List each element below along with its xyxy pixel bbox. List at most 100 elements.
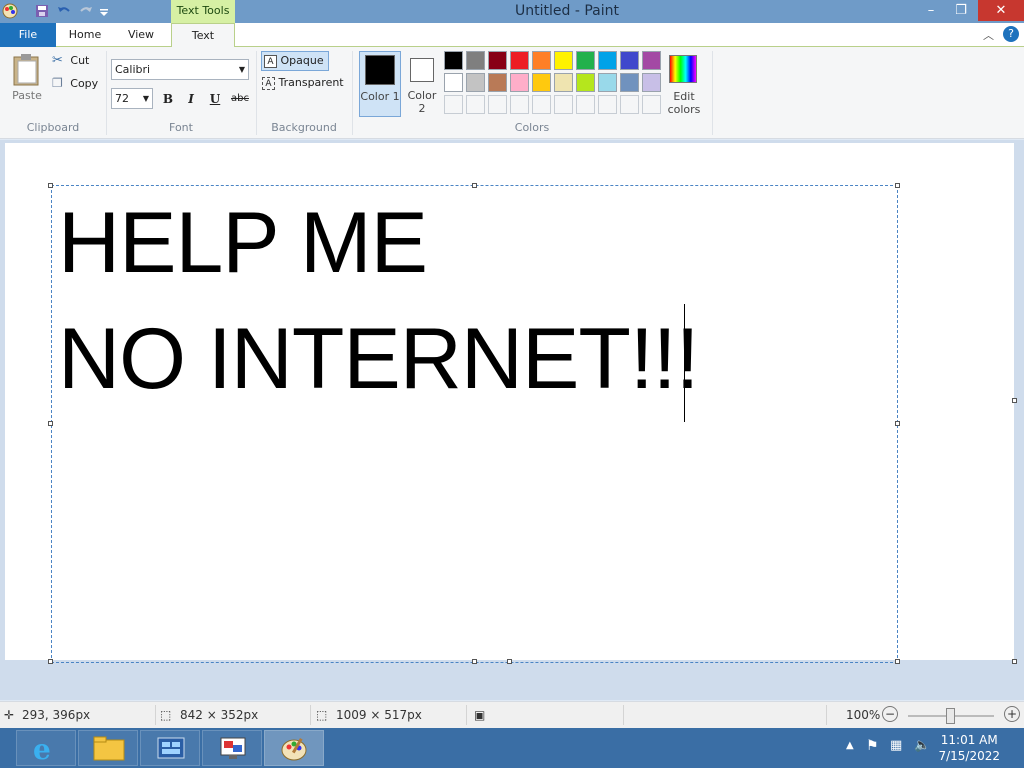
disk-icon: ▣: [474, 708, 486, 722]
palette-custom-slot[interactable]: [554, 95, 573, 114]
transparent-button[interactable]: A Transparent: [262, 76, 344, 90]
paste-button[interactable]: Paste: [8, 53, 46, 105]
status-separator: [623, 705, 624, 725]
title-bar: Text Tools Untitled - Paint – ❐ ✕: [0, 0, 1024, 23]
palette-custom-slot[interactable]: [488, 95, 507, 114]
canvas-resize-handle[interactable]: [1012, 398, 1017, 403]
minimize-button[interactable]: –: [918, 0, 944, 21]
resize-handle[interactable]: [48, 421, 53, 426]
bold-button[interactable]: B: [158, 89, 178, 109]
taskbar-internet-explorer[interactable]: e: [16, 730, 76, 766]
opaque-button[interactable]: A Opaque: [261, 51, 329, 71]
font-family-select[interactable]: Calibri ▼: [111, 59, 249, 80]
canvas-workspace: HELP ME NO INTERNET!!!: [0, 140, 1024, 700]
palette-swatch[interactable]: [576, 51, 595, 70]
chevron-down-icon: ▼: [238, 65, 245, 74]
palette-swatch[interactable]: [488, 73, 507, 92]
volume-muted-icon[interactable]: 🔈: [914, 738, 930, 753]
palette-swatch[interactable]: [488, 51, 507, 70]
palette-custom-slot[interactable]: [576, 95, 595, 114]
clock-time: 11:01 AM: [940, 733, 998, 747]
palette-swatch[interactable]: [642, 73, 661, 92]
maximize-button[interactable]: ❐: [948, 0, 974, 21]
palette-swatch[interactable]: [620, 73, 639, 92]
remote-desktop-icon: [220, 737, 246, 759]
close-button[interactable]: ✕: [978, 0, 1024, 21]
server-manager-icon: [157, 737, 185, 759]
show-hidden-icons-icon[interactable]: ▲: [846, 740, 854, 751]
taskbar: e ▲ ⚑ ▦ 🔈 11:01 AM 7/15/2022: [0, 728, 1024, 768]
palette-swatch[interactable]: [554, 51, 573, 70]
palette-swatch[interactable]: [444, 73, 463, 92]
window-title: Untitled - Paint: [515, 3, 619, 19]
resize-handle[interactable]: [472, 183, 477, 188]
canvas-text-line-1: HELP ME: [58, 195, 428, 291]
color2-label: Color 2: [407, 89, 437, 115]
palette-swatch[interactable]: [642, 51, 661, 70]
taskbar-file-explorer[interactable]: [78, 730, 138, 766]
strikethrough-button[interactable]: abc: [227, 89, 253, 109]
palette-swatch[interactable]: [620, 51, 639, 70]
background-group-label: Background: [271, 121, 337, 134]
palette-swatch[interactable]: [532, 51, 551, 70]
help-icon[interactable]: ?: [1003, 26, 1019, 42]
resize-handle[interactable]: [895, 421, 900, 426]
zoom-slider-thumb[interactable]: [946, 708, 955, 724]
italic-button[interactable]: I: [181, 89, 201, 109]
palette-custom-slot[interactable]: [620, 95, 639, 114]
cursor-position-icon: ✛: [4, 708, 15, 722]
palette-swatch[interactable]: [510, 51, 529, 70]
palette-custom-slot[interactable]: [598, 95, 617, 114]
resize-handle[interactable]: [472, 659, 477, 664]
zoom-in-button[interactable]: +: [1004, 706, 1020, 722]
taskbar-paint[interactable]: [264, 730, 324, 766]
cut-button[interactable]: ✂ Cut: [52, 53, 89, 68]
color1-button[interactable]: Color 1: [359, 51, 401, 117]
palette-custom-slot[interactable]: [532, 95, 551, 114]
palette-swatch[interactable]: [598, 73, 617, 92]
drawing-canvas[interactable]: HELP ME NO INTERNET!!!: [5, 143, 1014, 664]
tab-text[interactable]: Text: [171, 23, 235, 48]
resize-handle[interactable]: [48, 183, 53, 188]
selection-size: 842 × 352px: [180, 708, 259, 722]
edit-colors-label: Edit colors: [667, 90, 701, 116]
edit-colors-button[interactable]: Edit colors: [667, 53, 701, 117]
palette-swatch[interactable]: [576, 73, 595, 92]
canvas-resize-handle[interactable]: [507, 659, 512, 664]
palette-custom-slot[interactable]: [642, 95, 661, 114]
palette-swatch[interactable]: [532, 73, 551, 92]
status-separator: [155, 705, 156, 725]
color1-swatch: [365, 55, 395, 85]
canvas-resize-handle[interactable]: [1012, 659, 1017, 664]
underline-button[interactable]: U: [205, 89, 225, 109]
palette-swatch[interactable]: [444, 51, 463, 70]
resize-handle[interactable]: [895, 183, 900, 188]
palette-swatch[interactable]: [554, 73, 573, 92]
palette-custom-slot[interactable]: [466, 95, 485, 114]
palette-swatch[interactable]: [466, 73, 485, 92]
copy-button[interactable]: ❐ Copy: [52, 76, 98, 90]
palette-custom-slot[interactable]: [444, 95, 463, 114]
resize-handle[interactable]: [895, 659, 900, 664]
minimize-ribbon-icon[interactable]: ︿: [983, 27, 994, 43]
palette-custom-slot[interactable]: [510, 95, 529, 114]
zoom-out-button[interactable]: −: [882, 706, 898, 722]
paint-icon: [281, 738, 307, 761]
color2-button[interactable]: Color 2: [403, 51, 441, 117]
action-center-flag-icon[interactable]: ⚑: [866, 738, 879, 754]
font-size-select[interactable]: 72 ▼: [111, 88, 153, 109]
taskbar-remote-desktop[interactable]: [202, 730, 262, 766]
resize-handle[interactable]: [48, 659, 53, 664]
taskbar-clock[interactable]: 11:01 AM 7/15/2022: [938, 732, 1000, 764]
text-box[interactable]: HELP ME NO INTERNET!!!: [51, 185, 898, 663]
tab-view[interactable]: View: [118, 23, 164, 47]
network-error-icon[interactable]: ▦: [890, 738, 902, 753]
palette-swatch[interactable]: [510, 73, 529, 92]
taskbar-server-manager[interactable]: [140, 730, 200, 766]
palette-swatch[interactable]: [598, 51, 617, 70]
palette-swatch[interactable]: [466, 51, 485, 70]
tab-home[interactable]: Home: [62, 23, 108, 47]
color2-swatch: [410, 58, 434, 82]
opaque-label: Opaque: [280, 54, 324, 67]
tab-file[interactable]: File: [0, 23, 56, 47]
